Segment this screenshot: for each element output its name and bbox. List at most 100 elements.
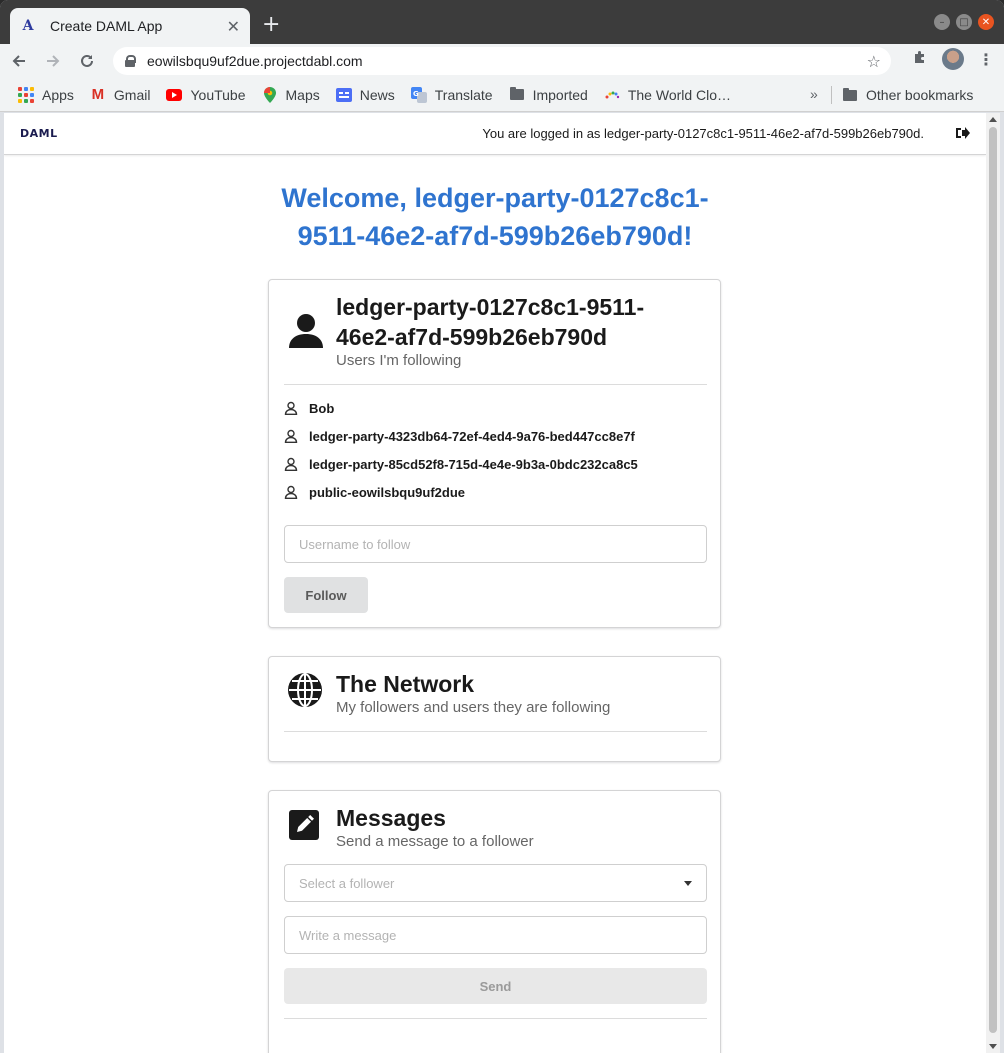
profile-avatar[interactable] <box>942 48 964 70</box>
folder-icon <box>842 87 858 103</box>
page-scrollbar[interactable] <box>986 113 1000 1053</box>
followed-user-name: Bob <box>309 400 335 416</box>
reload-icon[interactable] <box>72 46 102 76</box>
bookmark-news[interactable]: News <box>335 86 395 103</box>
logout-icon[interactable] <box>954 125 970 141</box>
bookmarks-separator <box>831 86 832 104</box>
user-outline-icon <box>284 429 298 443</box>
divider <box>284 731 707 732</box>
bookmark-label: Other bookmarks <box>866 87 974 103</box>
browser-tab[interactable]: A Create DAML App ✕ <box>10 8 250 44</box>
url-text[interactable]: eowilsbqu9uf2due.projectdabl.com <box>147 53 867 69</box>
messages-card-subtitle: Send a message to a follower <box>336 833 534 850</box>
username-to-follow-input[interactable] <box>284 525 707 563</box>
minimize-icon[interactable]: – <box>934 14 950 30</box>
welcome-line-2: 9511-46e2-af7d-599b26eb790d! <box>297 221 693 251</box>
bookmark-label: YouTube <box>190 86 246 103</box>
globe-icon <box>286 671 326 711</box>
network-card-title: The Network <box>336 671 475 697</box>
welcome-line-1: Welcome, ledger-party-0127c8c1- <box>281 183 709 213</box>
user-outline-icon <box>284 401 298 415</box>
follower-select[interactable]: Select a follower <box>284 864 707 902</box>
bookmark-label: Apps <box>42 86 74 103</box>
extensions-puzzle-icon[interactable] <box>912 49 928 69</box>
translate-icon: G <box>410 86 427 103</box>
bookmark-star-icon[interactable]: ☆ <box>867 52 881 71</box>
scrollbar-thumb[interactable] <box>989 127 997 1033</box>
logged-in-status: You are logged in as ledger-party-0127c8… <box>482 126 924 141</box>
svg-text:G: G <box>413 90 419 98</box>
news-icon <box>335 87 352 103</box>
network-card: The Network My followers and users they … <box>268 656 721 762</box>
forward-icon[interactable] <box>38 46 68 76</box>
edit-pencil-icon <box>286 807 326 847</box>
bookmark-imported[interactable]: Imported <box>509 87 588 103</box>
chevron-down-icon <box>684 881 692 886</box>
tab-title: Create DAML App <box>50 18 163 34</box>
maximize-icon[interactable]: □ <box>956 14 972 30</box>
apps-grid-icon <box>18 86 34 103</box>
follow-button[interactable]: Follow <box>284 577 368 613</box>
divider <box>284 1018 707 1019</box>
page-viewport: DAML You are logged in as ledger-party-0… <box>4 113 986 1053</box>
scroll-up-icon[interactable] <box>989 117 997 122</box>
followed-user-name: public-eowilsbqu9uf2due <box>309 484 466 500</box>
youtube-icon <box>166 87 183 103</box>
follower-select-placeholder: Select a follower <box>299 875 395 891</box>
address-bar[interactable]: eowilsbqu9uf2due.projectdabl.com ☆ <box>113 47 891 75</box>
followed-user-name: ledger-party-4323db64-72ef-4ed4-9a76-bed… <box>309 428 635 444</box>
daml-logo[interactable]: DAML <box>20 127 58 140</box>
user-outline-icon <box>284 485 298 499</box>
close-tab-icon[interactable]: ✕ <box>227 17 240 36</box>
user-icon <box>286 310 326 350</box>
bookmark-youtube[interactable]: YouTube <box>166 86 246 103</box>
list-item[interactable]: ledger-party-4323db64-72ef-4ed4-9a76-bed… <box>284 426 635 446</box>
bookmarks-bar: Apps M Gmail YouTube Maps News G Transla… <box>0 78 1004 112</box>
window-controls: – □ ✕ <box>934 14 994 30</box>
send-button[interactable]: Send <box>284 968 707 1004</box>
bookmark-label: Translate <box>434 86 493 103</box>
tab-strip: A Create DAML App ✕ + – □ ✕ <box>0 0 1004 44</box>
bookmark-other[interactable]: Other bookmarks <box>842 78 973 112</box>
browser-menu-icon[interactable]: ⋮ <box>978 50 994 69</box>
bookmark-apps[interactable]: Apps <box>18 86 74 103</box>
gmail-icon: M <box>91 86 105 103</box>
browser-toolbar: eowilsbqu9uf2due.projectdabl.com ☆ ⋮ <box>0 44 1004 78</box>
bookmark-world-clock[interactable]: The World Clo… <box>604 87 731 103</box>
scroll-down-icon[interactable] <box>989 1044 997 1049</box>
user-card-subtitle: Users I'm following <box>336 352 462 369</box>
lock-icon[interactable] <box>125 55 136 67</box>
message-input[interactable] <box>284 916 707 954</box>
world-clock-icon <box>604 87 620 103</box>
user-card-title: ledger-party-0127c8c1-9511- 46e2-af7d-59… <box>336 292 644 352</box>
bookmark-label: Maps <box>285 86 320 103</box>
close-window-icon[interactable]: ✕ <box>978 14 994 30</box>
bookmark-gmail[interactable]: M Gmail <box>90 86 151 103</box>
welcome-heading: Welcome, ledger-party-0127c8c1- 9511-46e… <box>4 179 986 255</box>
user-card: ledger-party-0127c8c1-9511- 46e2-af7d-59… <box>268 279 721 628</box>
divider <box>284 384 707 385</box>
user-card-title-line-2: 46e2-af7d-599b26eb790d <box>336 324 608 350</box>
messages-card: Messages Send a message to a follower Se… <box>268 790 721 1053</box>
new-tab-button[interactable]: + <box>262 12 280 37</box>
list-item[interactable]: public-eowilsbqu9uf2due <box>284 482 465 502</box>
bookmarks-overflow-icon[interactable]: » <box>810 86 818 102</box>
bookmark-label: The World Clo… <box>627 86 732 103</box>
bookmark-translate[interactable]: G Translate <box>410 86 493 103</box>
browser-window: A Create DAML App ✕ + – □ ✕ eowilsbqu9uf… <box>0 0 1004 1053</box>
user-card-title-line-1: ledger-party-0127c8c1-9511- <box>336 294 645 320</box>
network-card-subtitle: My followers and users they are followin… <box>336 699 611 716</box>
folder-icon <box>509 87 525 103</box>
daml-favicon-icon: A <box>22 18 34 34</box>
back-icon[interactable] <box>4 46 34 76</box>
maps-icon <box>262 86 278 103</box>
messages-card-title: Messages <box>336 805 446 831</box>
bookmark-maps[interactable]: Maps <box>262 86 320 103</box>
followed-user-name: ledger-party-85cd52f8-715d-4e4e-9b3a-0bd… <box>309 456 638 472</box>
app-header: DAML You are logged in as ledger-party-0… <box>4 113 986 155</box>
list-item[interactable]: Bob <box>284 398 334 418</box>
list-item[interactable]: ledger-party-85cd52f8-715d-4e4e-9b3a-0bd… <box>284 454 638 474</box>
bookmark-label: Imported <box>532 86 588 103</box>
bookmark-label: Gmail <box>113 86 151 103</box>
bookmark-label: News <box>359 86 395 103</box>
